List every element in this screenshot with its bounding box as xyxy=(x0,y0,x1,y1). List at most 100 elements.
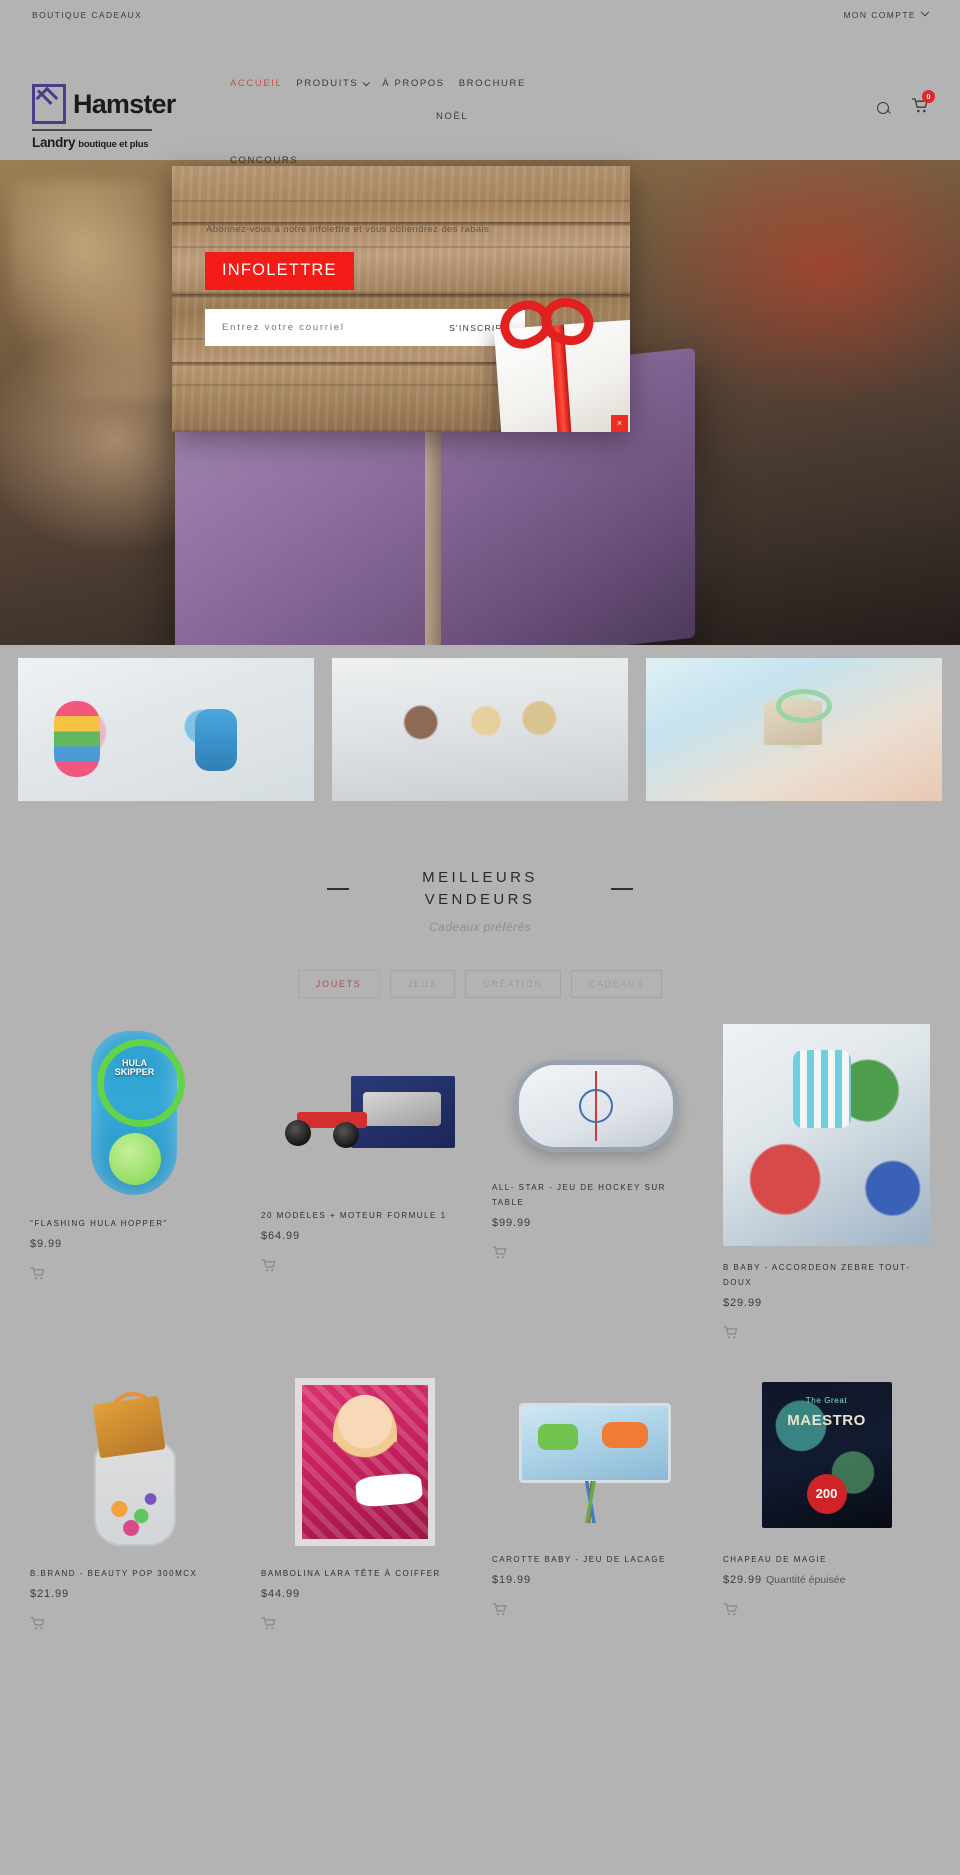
product-title: BAMBOLINA LARA TÊTE À COIFFER xyxy=(261,1568,441,1578)
product-card[interactable]: HULA SKIPPER "FLASHING HULA HOPPER" $9.9… xyxy=(18,1016,249,1344)
hamster-arrow-logo-icon xyxy=(32,84,66,124)
product-title: CAROTTE BABY - JEU DE LACAGE xyxy=(492,1554,666,1564)
gift-bow-right xyxy=(535,291,600,352)
logo-wordmark: Hamster xyxy=(73,88,176,119)
tab-jeux[interactable]: JEUX xyxy=(389,969,456,998)
nav-label-a-propos: À PROPOS xyxy=(382,78,445,89)
product-price: $64.99 xyxy=(261,1229,301,1242)
product-filter-tabs: JOUETS JEUX CRÉATION CADEAUX xyxy=(0,969,960,998)
site-header: Hamster Landry boutique et plus ACCUEIL … xyxy=(0,30,960,160)
product-image xyxy=(261,1060,468,1194)
beauty-pop-jar-image xyxy=(86,1391,182,1546)
chevron-down-icon xyxy=(362,79,371,87)
carotte-lacing-game-image xyxy=(513,1402,679,1523)
nav-label-produits: PRODUITS xyxy=(296,78,359,89)
table-hockey-game-image xyxy=(513,1059,678,1152)
product-price: $99.99 xyxy=(492,1216,532,1229)
logo[interactable]: Hamster Landry boutique et plus xyxy=(32,58,192,150)
lacing-board xyxy=(518,1402,671,1483)
product-price: $19.99 xyxy=(492,1574,532,1587)
add-to-cart-icon[interactable] xyxy=(30,1266,45,1280)
section-title: MEILLEURS VENDEURS xyxy=(422,869,538,908)
lacing-strings xyxy=(534,1480,647,1523)
topbar-account-area[interactable]: MON COMPTE xyxy=(843,7,930,20)
cart-button[interactable]: 0 xyxy=(912,90,935,118)
product-title: CHAPEAU DE MAGIE xyxy=(723,1554,828,1564)
add-to-cart-icon[interactable] xyxy=(723,1326,738,1339)
add-to-cart-icon[interactable] xyxy=(261,1258,276,1272)
product-card[interactable]: CAROTTE BABY - JEU DE LACAGE $19.99 xyxy=(480,1344,711,1635)
divider-right xyxy=(611,887,633,890)
product-image xyxy=(30,1390,237,1552)
tab-jouets[interactable]: JOUETS xyxy=(297,969,380,998)
popup-close-button[interactable]: × xyxy=(611,415,628,432)
add-to-cart-icon[interactable] xyxy=(30,1617,45,1630)
product-title: "FLASHING HULA HOPPER" xyxy=(30,1218,168,1228)
newsletter-form: S'INSCRIRE xyxy=(205,309,525,346)
hero-bokeh-decoration xyxy=(10,180,190,400)
magie-art-top: The Great xyxy=(805,1395,848,1405)
product-card[interactable]: BAMBOLINA LARA TÊTE À COIFFER $44.99 xyxy=(249,1344,480,1635)
tab-creation[interactable]: CRÉATION xyxy=(465,969,561,998)
product-title: ALL- STAR - JEU DE HOCKEY SUR TABLE xyxy=(492,1182,666,1207)
product-image xyxy=(723,1023,930,1246)
nav-label-accueil: ACCUEIL xyxy=(230,78,283,89)
product-price: $29.99 Quantité épuisée xyxy=(723,1574,930,1586)
product-title: 20 MODÈLES + MOTEUR FORMULE 1 xyxy=(261,1210,447,1220)
popup-gift-box-image xyxy=(492,291,630,432)
logo-sub-brand: Landry xyxy=(32,135,76,150)
chevron-down-icon xyxy=(920,7,930,17)
product-card[interactable]: 20 MODÈLES + MOTEUR FORMULE 1 $64.99 xyxy=(249,1016,480,1344)
product-card[interactable]: B BABY - ACCORDEON ZEBRE TOUT-DOUX $29.9… xyxy=(711,1016,942,1344)
promo-banner-row xyxy=(0,645,960,801)
promo-banner-family[interactable] xyxy=(332,658,628,801)
nav-item-brochure[interactable]: BROCHURE xyxy=(459,78,526,89)
product-price: $29.99 xyxy=(723,1296,763,1309)
product-price: $9.99 xyxy=(30,1237,63,1250)
product-card[interactable]: The Great MAESTRO 200 CHAPEAU DE MAGIE $… xyxy=(711,1344,942,1635)
nav-item-noel[interactable]: NOËL xyxy=(436,111,468,122)
add-to-cart-icon[interactable] xyxy=(261,1617,276,1630)
add-to-cart-icon[interactable] xyxy=(492,1603,507,1616)
nav-item-a-propos[interactable]: À PROPOS xyxy=(382,78,444,89)
newsletter-badge: INFOLETTRE xyxy=(205,252,354,290)
product-image xyxy=(261,1372,468,1552)
product-card[interactable]: ALL- STAR - JEU DE HOCKEY SUR TABLE $99.… xyxy=(480,1016,711,1344)
divider-left xyxy=(327,887,349,890)
add-to-cart-icon[interactable] xyxy=(723,1603,738,1616)
nav-label-brochure: BROCHURE xyxy=(458,78,526,89)
header-icon-group: 0 xyxy=(877,90,935,118)
logo-top-row: Hamster xyxy=(32,84,192,124)
newsletter-popup: Abonnez-vous à notre infolettre et vous … xyxy=(172,166,630,432)
product-image: HULA SKIPPER xyxy=(30,1024,237,1202)
baby-playmat-image xyxy=(723,1023,930,1246)
logo-sub-tagline: boutique et plus xyxy=(78,139,149,150)
cart-count-badge: 0 xyxy=(922,90,935,103)
stock-status: Quantité épuisée xyxy=(766,1574,846,1587)
promo-banner-kids-playing[interactable] xyxy=(18,658,314,801)
nav-item-produits[interactable]: PRODUITS xyxy=(296,78,371,89)
search-icon[interactable] xyxy=(877,101,890,115)
nav-item-concours[interactable]: CONCOURS xyxy=(230,155,298,166)
promo-banner-gift-hands[interactable] xyxy=(646,658,942,801)
section-subtitle: Cadeaux préférés xyxy=(429,919,531,934)
product-image: The Great MAESTRO 200 xyxy=(723,1372,930,1538)
product-image xyxy=(492,1046,699,1166)
top-bar: BOUTIQUE CADEAUX MON COMPTE xyxy=(0,0,960,30)
nav-item-accueil[interactable]: ACCUEIL xyxy=(230,78,282,89)
topbar-boutique-link[interactable]: BOUTIQUE CADEAUX xyxy=(32,10,142,20)
meccano-car-model xyxy=(279,1098,389,1148)
tab-cadeaux[interactable]: CADEAUX xyxy=(570,969,663,998)
product-card[interactable]: B.BRAND - BEAUTY POP 300MCX $21.99 xyxy=(18,1344,249,1635)
product-title: B.BRAND - BEAUTY POP 300MCX xyxy=(30,1568,198,1578)
price-value: $29.99 xyxy=(723,1574,763,1587)
add-to-cart-icon[interactable] xyxy=(492,1246,507,1259)
product-grid: HULA SKIPPER "FLASHING HULA HOPPER" $9.9… xyxy=(0,998,960,1636)
bambolina-lara-doll-image xyxy=(294,1377,435,1546)
nav-second-row: NOËL xyxy=(230,111,612,144)
account-label: MON COMPTE xyxy=(843,10,916,20)
product-price: $21.99 xyxy=(30,1588,70,1601)
doll-face-art xyxy=(332,1394,397,1473)
newsletter-email-input[interactable] xyxy=(222,322,412,333)
best-sellers-section-header: MEILLEURS VENDEURS Cadeaux préférés xyxy=(0,801,960,934)
